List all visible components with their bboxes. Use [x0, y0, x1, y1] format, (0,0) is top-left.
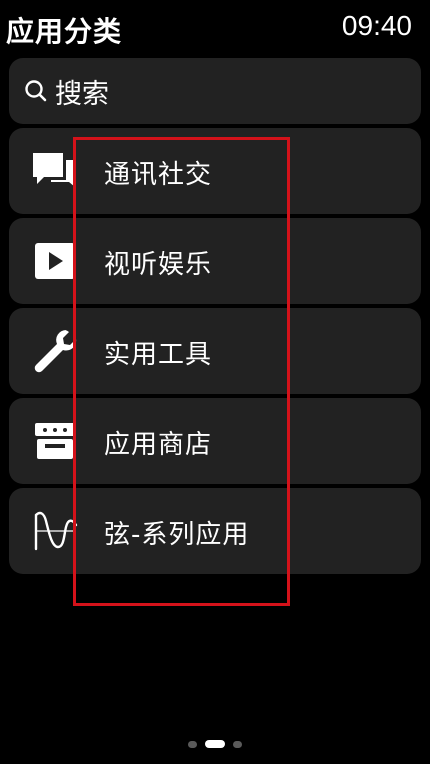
category-item-store[interactable]: 应用商店 — [9, 398, 421, 484]
search-label: 搜索 — [55, 78, 109, 110]
search-icon — [25, 80, 47, 102]
category-label: 应用商店 — [104, 430, 213, 460]
chat-icon — [31, 149, 79, 193]
category-item-communication[interactable]: 通讯社交 — [9, 128, 421, 214]
category-label: 视听娱乐 — [104, 250, 213, 280]
status-time: 09:40 — [341, 10, 412, 41]
category-item-tools[interactable]: 实用工具 — [9, 308, 421, 394]
page-title: 应用分类 — [6, 15, 123, 48]
page-dot[interactable] — [188, 740, 197, 748]
play-icon — [31, 239, 79, 283]
category-label: 实用工具 — [104, 340, 213, 370]
category-label: 弦-系列应用 — [104, 520, 250, 550]
category-item-xian-series[interactable]: 弦-系列应用 — [9, 488, 421, 574]
waveform-icon — [31, 509, 79, 553]
page-indicator — [0, 738, 430, 750]
category-list: 通讯社交 视听娱乐 实用工具 应用商店 弦-系列应用 — [9, 128, 421, 578]
wrench-icon — [31, 329, 79, 373]
page-dot[interactable] — [233, 740, 242, 748]
category-item-media[interactable]: 视听娱乐 — [9, 218, 421, 304]
page-dot-active[interactable] — [205, 740, 225, 748]
header: 应用分类 09:40 — [0, 0, 430, 56]
search-bar[interactable]: 搜索 — [9, 58, 421, 124]
store-icon — [31, 419, 79, 463]
category-label: 通讯社交 — [104, 160, 213, 190]
